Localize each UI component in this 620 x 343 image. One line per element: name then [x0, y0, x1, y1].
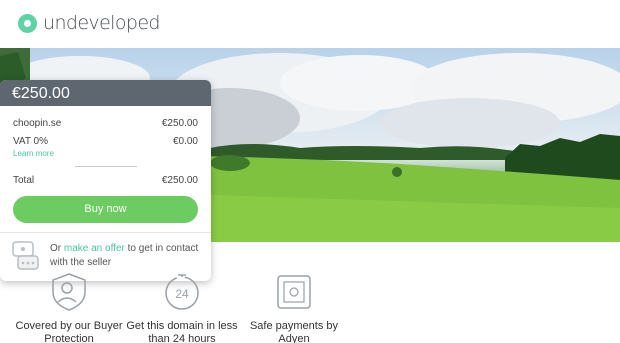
feature-label: Covered by our Buyer Protection [15, 320, 123, 343]
domain-price: €250.00 [161, 118, 198, 129]
logo[interactable]: undeveloped [18, 12, 160, 34]
make-offer-text: Or make an offer to get in contact with … [50, 242, 200, 270]
logo-text: undeveloped [43, 12, 160, 34]
make-offer-link[interactable]: make an offer [64, 243, 125, 254]
learn-more-link[interactable]: Learn more [13, 149, 54, 158]
vat-value: €0.00 [172, 136, 198, 147]
feature-label: Safe payments by Adyen [249, 320, 339, 343]
vat-row: VAT 0% €0.00 [13, 136, 198, 147]
offer-prefix: Or [50, 243, 62, 254]
total-label: Total [13, 175, 35, 186]
feature-buyer-protection: Covered by our Buyer Protection [13, 272, 125, 343]
site-header: undeveloped [0, 0, 620, 48]
price-header: €250.00 [0, 80, 211, 106]
divider-line [75, 166, 137, 167]
total-value: €250.00 [161, 175, 198, 186]
clock-24-icon: 24 [165, 274, 199, 310]
safe-icon [277, 275, 311, 309]
vat-label: VAT 0% [13, 136, 49, 147]
feature-label: Get this domain in less than 24 hours [126, 320, 238, 343]
chat-bubbles-icon [12, 241, 39, 270]
total-row: Total €250.00 [13, 175, 198, 186]
logo-mark-icon [18, 13, 37, 33]
svg-text:24: 24 [175, 287, 189, 301]
card-divider [0, 232, 211, 233]
feature-safe-payments: Safe payments by Adyen [238, 272, 350, 343]
feature-24-hours: 24 Get this domain in less than 24 hours [126, 272, 238, 343]
domain-name: choopin.se [13, 118, 62, 129]
shield-person-icon [52, 273, 86, 311]
buy-now-button[interactable]: Buy now [13, 196, 198, 223]
purchase-card: €250.00 choopin.se €250.00 VAT 0% €0.00 … [0, 80, 211, 281]
domain-row: choopin.se €250.00 [13, 118, 198, 129]
